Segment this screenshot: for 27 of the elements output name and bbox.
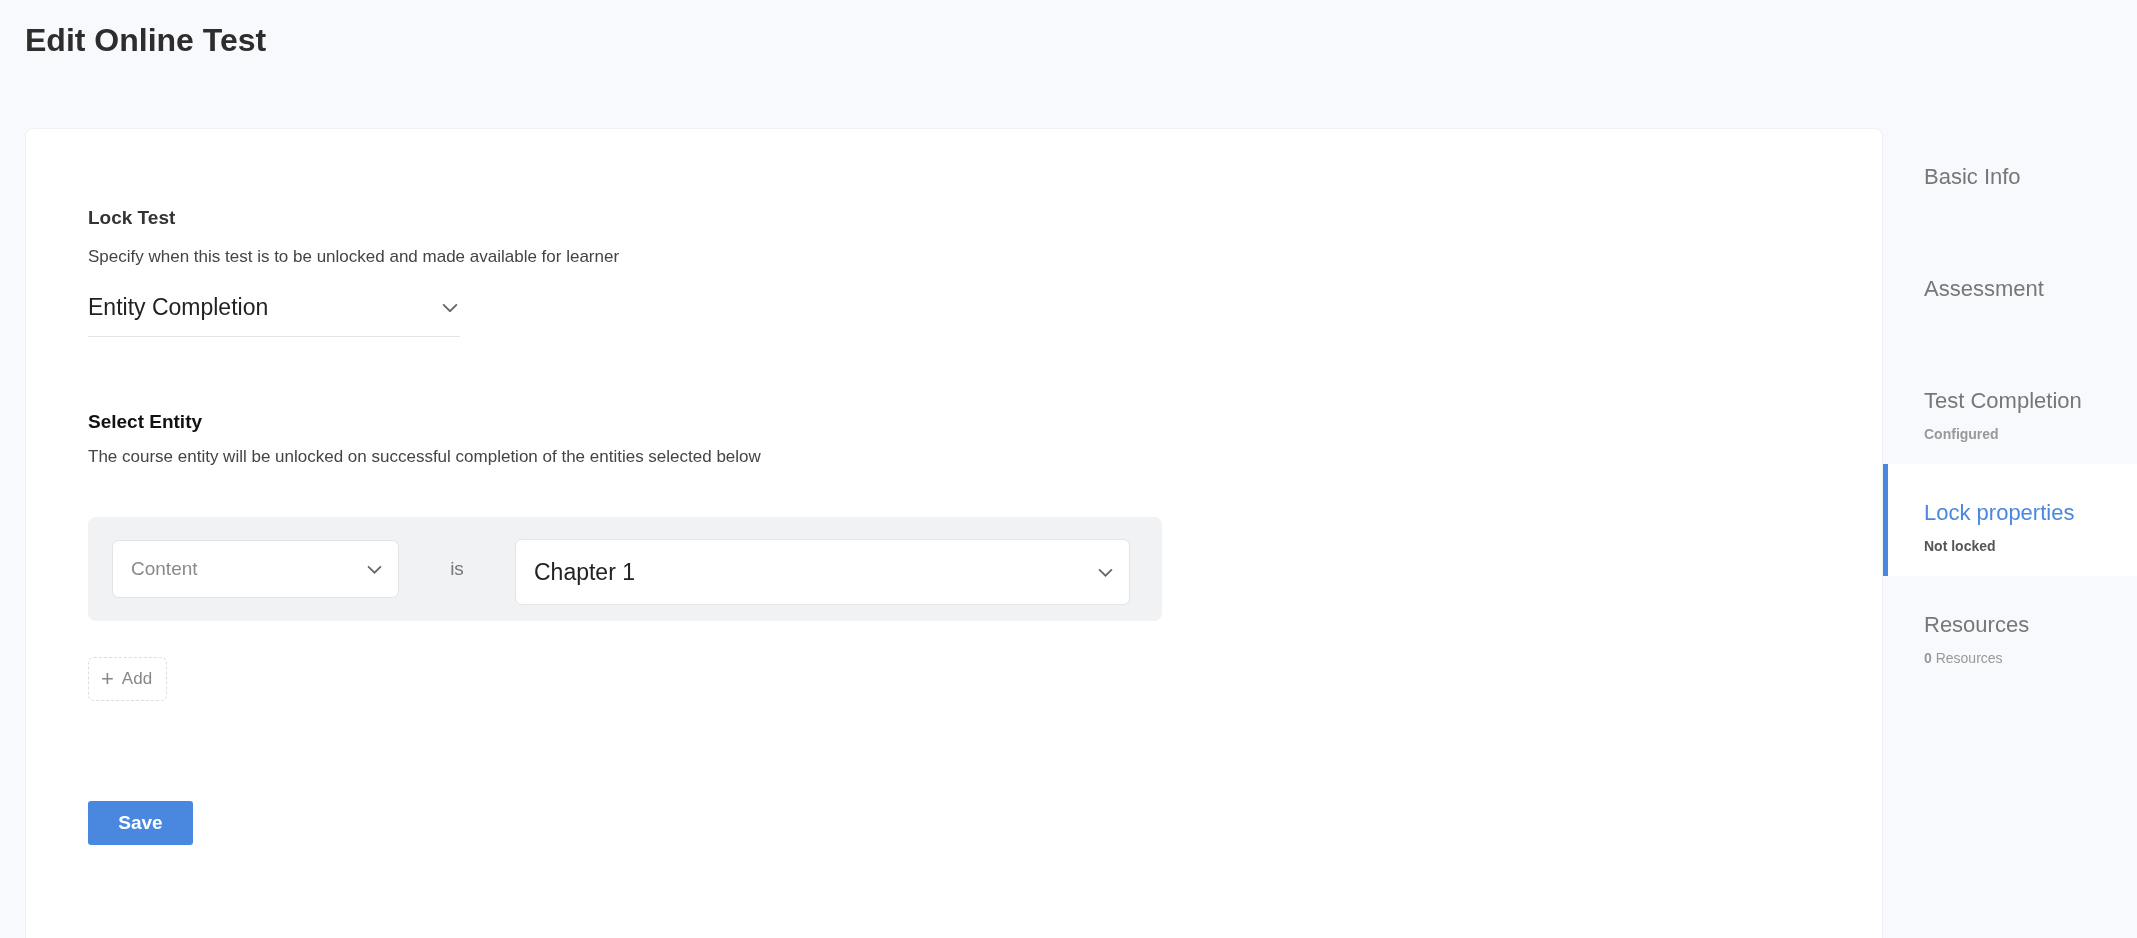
sidebar-item[interactable]: Test Completion Configured [1883, 352, 2137, 464]
chevron-down-icon [442, 302, 458, 313]
sidebar-item[interactable]: Lock properties Not locked [1883, 464, 2137, 576]
sidebar-item[interactable]: Basic Info [1883, 128, 2137, 240]
sidebar-item-title: Test Completion [1924, 388, 2083, 414]
sidebar-item-title: Resources [1924, 612, 2031, 638]
save-button[interactable]: Save [88, 801, 193, 845]
entity-type-dropdown[interactable]: Content [112, 540, 399, 598]
add-button[interactable]: + Add [88, 657, 168, 701]
sidebar-item-title: Basic Info [1924, 164, 2022, 190]
sidebar-item-status: 0 Resources [1924, 650, 2004, 666]
sidebar-item-title: Assessment [1924, 276, 2045, 302]
plus-icon: + [101, 666, 114, 692]
operator-label: is [449, 558, 465, 580]
sidebar-item[interactable]: Assessment [1883, 240, 2137, 352]
section-label: Select Entity [88, 411, 203, 433]
entity-dropdown[interactable]: Chapter 1 [515, 539, 1130, 605]
chevron-down-icon [1098, 567, 1113, 577]
page-title: Edit Online Test [25, 21, 268, 60]
sidebar-item[interactable]: Resources 0 Resources [1883, 576, 2137, 688]
section-description: Specify when this test is to be unlocked and made available for learner [88, 247, 620, 267]
section-description: The course entity will be unlocked on successful completion of the entities selected below [88, 447, 761, 467]
chevron-down-icon [367, 564, 382, 574]
sidebar-item-status: Not locked [1924, 538, 1997, 554]
sidebar-item-title: Lock properties [1924, 500, 2076, 526]
sidebar-item-status: Configured [1924, 426, 2000, 442]
section-label: Lock Test [88, 207, 176, 229]
